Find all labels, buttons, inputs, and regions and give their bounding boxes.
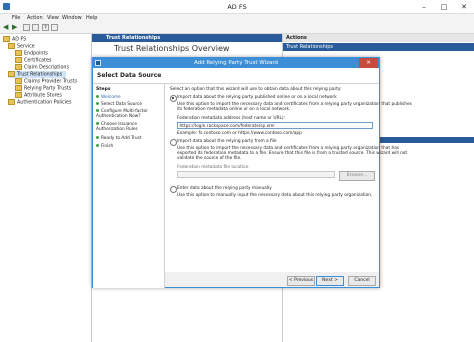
help-icon[interactable]: ?	[42, 24, 49, 31]
tree-item-claim-descriptions[interactable]: Claim Descriptions	[15, 64, 69, 71]
metadata-address-value: https://login.rackspace.com/federate/sp.…	[179, 123, 275, 129]
close-button[interactable]: ✕	[454, 0, 474, 14]
option-file-desc-3: validate the source of the file.	[177, 156, 242, 161]
step-select-data-source: Select Data Source	[96, 102, 142, 107]
option-manual-radio[interactable]	[170, 186, 177, 193]
file-location-label: Federation metadata file location:	[177, 165, 250, 170]
folder-icon	[8, 99, 15, 105]
folder-icon	[15, 78, 22, 84]
steps-header: Steps	[96, 87, 111, 92]
menu-action[interactable]: Action	[27, 15, 43, 21]
option-online-radio[interactable]	[170, 95, 177, 102]
previous-button[interactable]: < Previous	[287, 276, 315, 286]
step-finish: Finish	[96, 144, 113, 149]
wizard-heading-band: Select Data Source	[93, 68, 379, 84]
wizard-heading: Select Data Source	[97, 72, 162, 79]
folder-icon	[15, 57, 22, 63]
menu-help[interactable]: Help	[86, 15, 97, 21]
step-pending-dot-icon	[96, 109, 99, 112]
intro-text: Select an option that this wizard will u…	[170, 87, 342, 92]
folder-icon	[8, 71, 15, 77]
wizard-close-button[interactable]: ✕	[359, 58, 378, 68]
step-pending-dot-icon	[96, 144, 99, 147]
tree-item-authentication-policies[interactable]: Authentication Policies	[8, 99, 71, 106]
folder-icon	[15, 92, 22, 98]
metadata-example: Example: fs.contoso.com or https://www.c…	[177, 131, 302, 136]
adfs-icon	[3, 36, 10, 42]
step-configure-mfa: Configure Multi-factor Authentication No…	[96, 109, 148, 119]
maximize-button[interactable]: □	[434, 0, 454, 14]
folder-icon	[15, 85, 22, 91]
menu-file[interactable]: File	[12, 15, 20, 21]
file-location-input[interactable]	[177, 171, 335, 178]
tree-item-claims-provider-trusts[interactable]: Claims Provider Trusts	[15, 78, 77, 85]
metadata-address-label: Federation metadata address (host name o…	[177, 116, 285, 121]
center-header: Trust Relationships	[92, 34, 282, 42]
minimize-button[interactable]: –	[414, 0, 434, 14]
folder-icon	[15, 64, 22, 70]
tree-item-endpoints[interactable]: Endpoints	[15, 50, 48, 57]
folder-icon	[8, 43, 15, 49]
wizard-title: Add Relying Party Trust Wizard	[193, 60, 279, 66]
window-title: AD FS	[227, 3, 247, 11]
tree-item-adfs[interactable]: AD FS	[3, 36, 26, 43]
next-button[interactable]: Next >	[316, 276, 344, 286]
option-online-label[interactable]: Import data about the relying party publ…	[177, 95, 337, 100]
tree-item-relying-party-trusts[interactable]: Relying Party Trusts	[15, 85, 71, 92]
properties-icon[interactable]	[51, 24, 58, 31]
step-current-dot-icon	[96, 102, 99, 105]
option-file-radio[interactable]	[170, 139, 177, 146]
step-issuance-rules: Choose Issuance Authorization Rules	[96, 122, 138, 132]
tree-item-certificates[interactable]: Certificates	[15, 57, 51, 64]
tree-item-service[interactable]: Service	[8, 43, 35, 50]
actions-header: Actions	[283, 34, 474, 42]
folder-icon	[15, 50, 22, 56]
option-file-label[interactable]: Import data about the relying party from…	[177, 139, 277, 144]
steps-panel: Steps Welcome Select Data Source Configu…	[93, 84, 165, 288]
wizard-titlebar: Add Relying Party Trust Wizard ✕	[93, 58, 379, 68]
tree-item-trust-relationships[interactable]: Trust Relationships	[8, 71, 67, 78]
step-pending-dot-icon	[96, 136, 99, 139]
title-bar: AD FS – □ ✕	[0, 0, 474, 14]
menu-window[interactable]: Window	[62, 15, 82, 21]
option-manual-label[interactable]: Enter data about the relying party manua…	[177, 186, 272, 191]
menu-view[interactable]: View	[47, 15, 59, 21]
wizard-dialog: Add Relying Party Trust Wizard ✕ Select …	[92, 57, 412, 288]
back-icon[interactable]: ◀	[3, 24, 10, 31]
step-done-dot-icon	[96, 95, 99, 98]
navigation-tree: AD FS Service Endpoints Certificates Cla…	[0, 34, 92, 342]
option-manual-desc: Use this option to manually input the ne…	[177, 193, 373, 198]
center-title: Trust Relationships Overview	[114, 44, 230, 53]
step-pending-dot-icon	[96, 122, 99, 125]
show-hide-tree-icon[interactable]	[32, 24, 39, 31]
step-welcome: Welcome	[96, 95, 121, 100]
wizard-content: Select an option that this wizard will u…	[165, 84, 412, 272]
actions-section[interactable]: Trust Relationships	[283, 43, 474, 51]
cancel-button[interactable]: Cancel	[348, 276, 376, 286]
browse-button[interactable]: Browse...	[339, 170, 375, 181]
up-icon[interactable]	[23, 24, 30, 31]
forward-icon[interactable]: ▶	[12, 24, 19, 31]
menu-bar: File Action View Window Help	[0, 14, 474, 22]
tree-item-attribute-stores[interactable]: Attribute Stores	[15, 92, 62, 99]
option-online-desc-2: its federation metadata online or on a l…	[177, 107, 291, 112]
toolbar: ◀ ▶ ?	[0, 22, 474, 34]
step-ready-to-add: Ready to Add Trust	[96, 136, 141, 141]
metadata-address-input[interactable]: https://login.rackspace.com/federate/sp.…	[177, 122, 373, 129]
